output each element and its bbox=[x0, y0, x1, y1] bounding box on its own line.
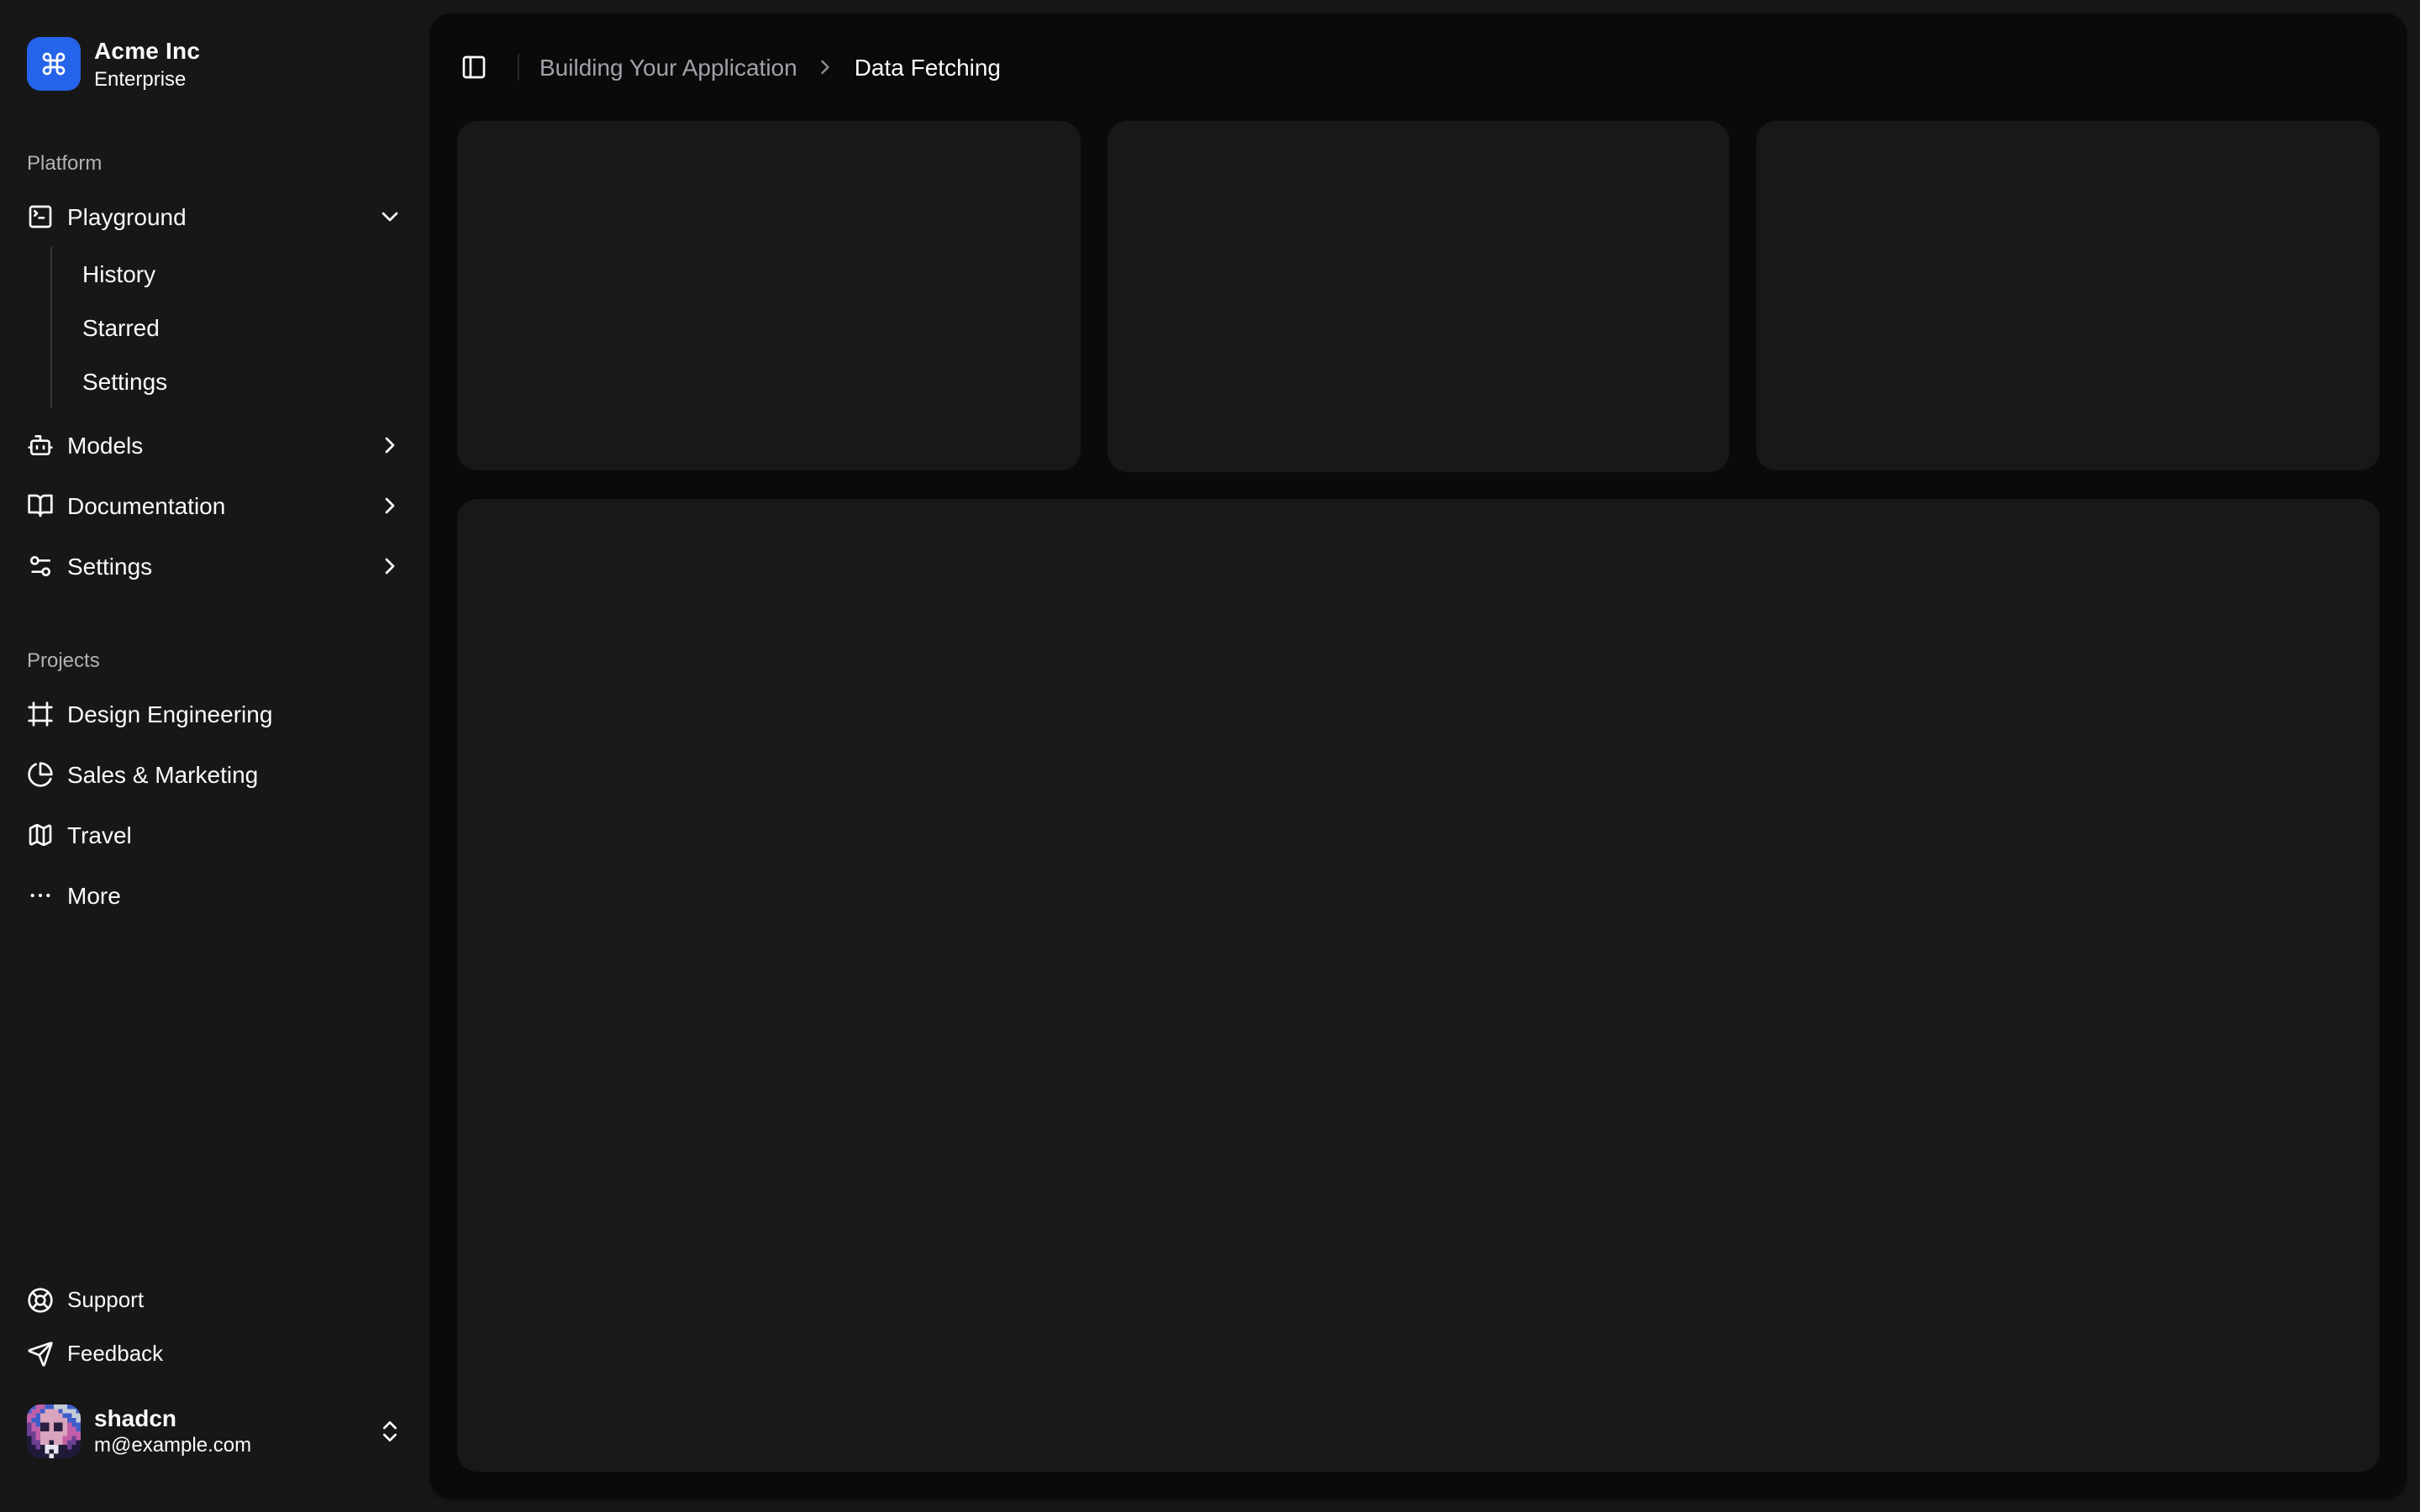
sidebar-item-feedback[interactable]: Feedback bbox=[13, 1330, 417, 1377]
life-buoy-icon bbox=[28, 1287, 53, 1312]
sidebar-item-more[interactable]: More bbox=[13, 868, 417, 921]
command-icon bbox=[27, 37, 81, 92]
user-menu-button[interactable]: shadcn m@example.com bbox=[13, 1390, 417, 1472]
sidebar-item-label: Documentation bbox=[67, 491, 226, 518]
sidebar-item-design-engineering[interactable]: Design Engineering bbox=[13, 686, 417, 740]
secondary-menu: Support Feedback bbox=[13, 1276, 417, 1377]
map-icon bbox=[29, 822, 52, 846]
main-header: Building Your Application Data Fetching bbox=[430, 13, 2407, 121]
sidebar-subitem-label: Starred bbox=[82, 313, 160, 340]
sidebar-item-models[interactable]: Models bbox=[13, 417, 417, 471]
group-label-projects: Projects bbox=[27, 648, 100, 671]
placeholder-card bbox=[1107, 121, 1730, 471]
main-content bbox=[430, 121, 2407, 1499]
team-plan: Enterprise bbox=[94, 66, 187, 90]
main-panel: Building Your Application Data Fetching bbox=[430, 13, 2407, 1499]
sidebar-item-documentation[interactable]: Documentation bbox=[13, 478, 417, 532]
settings-sliders-icon bbox=[29, 555, 50, 575]
user-meta: shadcn m@example.com bbox=[94, 1404, 363, 1458]
sidebar-item-support[interactable]: Support bbox=[13, 1276, 417, 1323]
app-root: Acme Inc Enterprise Platform Playground … bbox=[0, 0, 2420, 1512]
breadcrumb-current-page: Data Fetching bbox=[854, 54, 1002, 81]
menu-item-playground-wrap: Playground History Starred Settings bbox=[13, 189, 417, 411]
chevrons-up-down-icon bbox=[383, 1420, 397, 1441]
breadcrumb: Building Your Application Data Fetching bbox=[539, 54, 1001, 81]
platform-menu: Playground History Starred Settings Mode… bbox=[13, 189, 417, 592]
group-label-platform: Platform bbox=[27, 150, 103, 174]
sidebar-subitem-label: Settings bbox=[82, 367, 168, 394]
sidebar-item-playground[interactable]: Playground bbox=[13, 189, 417, 243]
team-name: Acme Inc bbox=[94, 37, 201, 64]
book-open-icon bbox=[28, 493, 53, 517]
chevron-right-icon bbox=[385, 557, 395, 574]
breadcrumb-parent-link[interactable]: Building Your Application bbox=[539, 54, 797, 81]
sidebar-toggle-button[interactable] bbox=[450, 44, 497, 91]
team-switcher-button[interactable]: Acme Inc Enterprise bbox=[13, 24, 417, 105]
ellipsis-icon bbox=[30, 892, 50, 897]
sidebar-item-label: Models bbox=[67, 431, 144, 458]
chevron-right-icon bbox=[385, 496, 395, 513]
placeholder-card bbox=[457, 121, 1081, 471]
bot-icon bbox=[28, 434, 53, 454]
sidebar-item-label: Design Engineering bbox=[67, 700, 273, 727]
sidebar-item-travel[interactable]: Travel bbox=[13, 807, 417, 861]
user-email: m@example.com bbox=[94, 1433, 252, 1457]
user-avatar bbox=[27, 1404, 81, 1458]
header-separator bbox=[518, 54, 519, 81]
square-terminal-icon bbox=[29, 204, 52, 228]
sidebar-subitem-starred[interactable]: Starred bbox=[69, 303, 417, 350]
send-icon bbox=[28, 1341, 53, 1366]
frame-icon bbox=[28, 701, 53, 726]
sidebar-item-label: Travel bbox=[67, 821, 132, 848]
placeholder-panel bbox=[457, 498, 2380, 1472]
sidebar-item-settings[interactable]: Settings bbox=[13, 538, 417, 592]
projects-menu: Design Engineering Sales & Marketing Tra… bbox=[13, 686, 417, 921]
chevron-right-icon bbox=[385, 436, 395, 453]
sidebar-subitem-label: History bbox=[82, 260, 156, 286]
sidebar-item-label: Sales & Marketing bbox=[67, 760, 259, 787]
user-name: shadcn bbox=[94, 1404, 177, 1431]
pie-chart-icon bbox=[28, 761, 53, 786]
chevron-down-icon bbox=[381, 211, 398, 221]
sidebar-item-sales-marketing[interactable]: Sales & Marketing bbox=[13, 747, 417, 801]
sidebar-item-label: Playground bbox=[67, 202, 187, 229]
sidebar-item-label: More bbox=[67, 881, 121, 908]
sidebar-item-label: Feedback bbox=[67, 1341, 164, 1366]
sidebar-item-label: Settings bbox=[67, 552, 153, 579]
panel-left-icon bbox=[462, 55, 486, 79]
placeholder-card bbox=[1756, 121, 2380, 471]
team-meta: Acme Inc Enterprise bbox=[94, 37, 200, 92]
placeholder-card-row bbox=[457, 121, 2380, 471]
sidebar-item-label: Support bbox=[67, 1287, 145, 1312]
playground-submenu: History Starred Settings bbox=[50, 246, 417, 407]
sidebar-subitem-settings[interactable]: Settings bbox=[69, 357, 417, 404]
sidebar-subitem-history[interactable]: History bbox=[69, 249, 417, 297]
sidebar: Acme Inc Enterprise Platform Playground … bbox=[0, 0, 430, 1512]
chevron-right-icon bbox=[814, 55, 838, 79]
